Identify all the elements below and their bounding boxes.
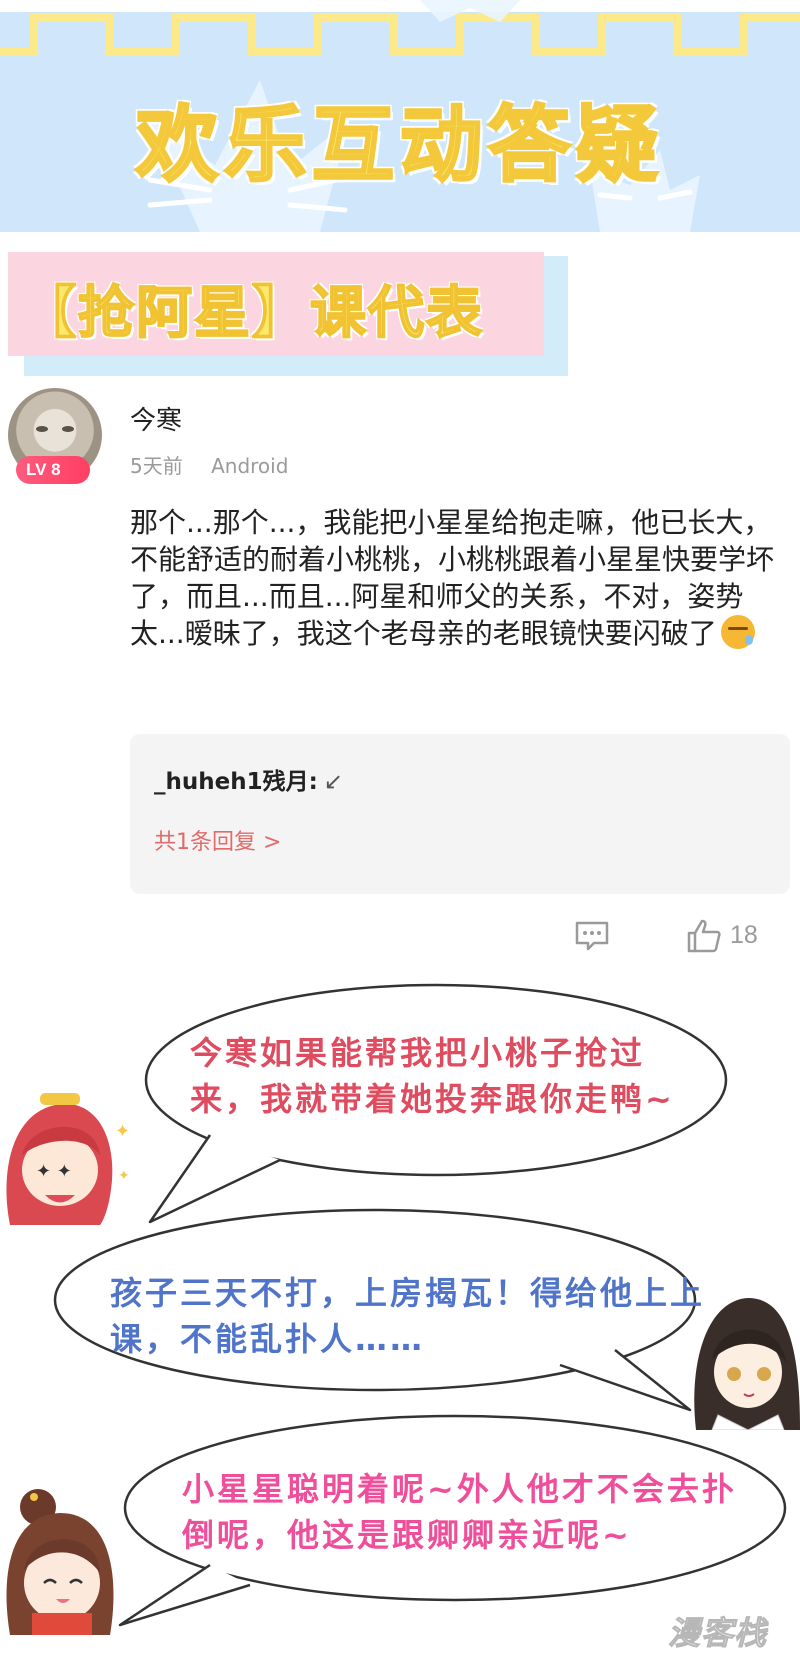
speech-bubble-1-text: 今寒如果能帮我把小桃子抢过来，我就带着她投奔跟你走鸭~ xyxy=(190,1034,675,1118)
watermark-logo: 漫客栈 xyxy=(667,1614,768,1653)
svg-text:✦: ✦ xyxy=(115,1121,130,1142)
reply-line: _huheh1残月: ↙ xyxy=(154,762,343,796)
section-tag-text: 【抢阿星】课代表 xyxy=(19,280,484,347)
reply-author: _huheh1残月: xyxy=(154,769,318,795)
comment-username[interactable]: 今寒 xyxy=(130,400,182,437)
avatar-eye xyxy=(62,426,74,432)
view-replies-link[interactable]: 共1条回复 > xyxy=(154,824,281,856)
comment-text: 那个...那个...，我能把小星星给抱走嘛，他已长大，不能舒适的耐着小桃桃，小桃… xyxy=(130,506,775,650)
level-badge: LV 8 xyxy=(16,456,90,484)
like-count: 18 xyxy=(730,921,758,949)
comment-icon[interactable] xyxy=(574,920,610,952)
avatar-eye xyxy=(36,426,48,432)
thumbs-up-icon[interactable] xyxy=(686,918,722,954)
red-haired-character-illustration: ✦ ✦ ✦ ✦ xyxy=(6,1093,130,1225)
sweat-face-emoji-icon xyxy=(720,615,755,649)
svg-text:✦ ✦: ✦ ✦ xyxy=(36,1161,72,1182)
speech-bubble-2-text: 孩子三天不打，上房揭瓦！得给他上上课，不能乱扑人…… xyxy=(110,1274,706,1358)
comment-body: 那个...那个...，我能把小星星给抱走嘛，他已长大，不能舒适的耐着小桃桃，小桃… xyxy=(130,504,790,652)
header-banner: 欢乐互动答疑 xyxy=(0,0,800,232)
comment-platform: Android xyxy=(211,454,289,478)
comment-time: 5天前 xyxy=(130,454,183,478)
banner-title: 欢乐互动答疑 xyxy=(134,97,664,195)
reply-arrow-icon: ↙ xyxy=(323,769,344,795)
dark-haired-character-illustration xyxy=(694,1298,800,1430)
svg-text:✦: ✦ xyxy=(118,1168,130,1184)
reply-preview[interactable]: _huheh1残月: ↙ 共1条回复 > xyxy=(130,734,790,894)
brown-haired-character-illustration xyxy=(6,1489,114,1635)
comment-meta: 5天前 Android xyxy=(130,450,288,479)
speech-bubble-3-text: 小星星聪明着呢~外人他才不会去扑倒呢，他这是跟卿卿亲近呢~ xyxy=(182,1470,737,1554)
